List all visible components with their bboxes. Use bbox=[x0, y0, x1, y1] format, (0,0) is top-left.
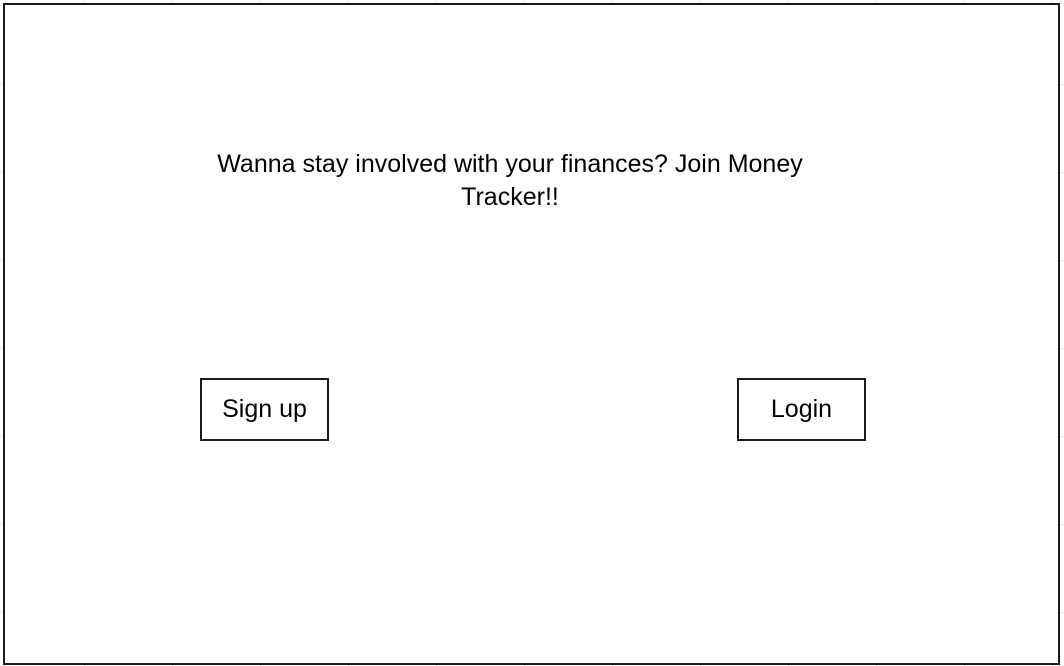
canvas-grid: Wanna stay involved with your finances? … bbox=[0, 0, 1064, 666]
page-headline: Wanna stay involved with your finances? … bbox=[217, 150, 803, 211]
sign-up-button[interactable]: Sign up bbox=[200, 378, 329, 441]
landing-frame: Wanna stay involved with your finances? … bbox=[3, 3, 1060, 665]
login-button[interactable]: Login bbox=[737, 378, 866, 441]
